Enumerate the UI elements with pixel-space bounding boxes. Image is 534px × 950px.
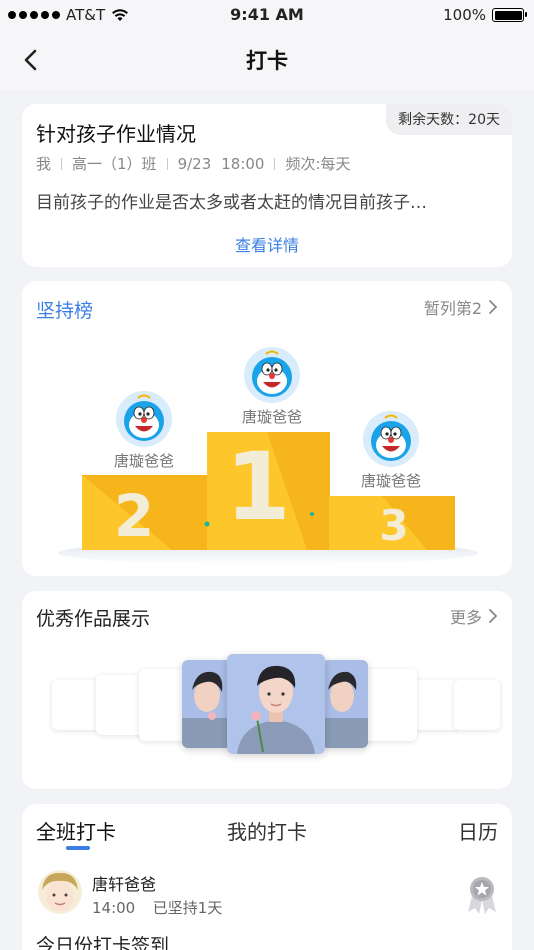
nav-bar: 打卡 [0, 30, 534, 90]
remaining-days-badge: 剩余天数：20天 [386, 104, 512, 135]
checkin-time: 14:00 [92, 899, 136, 917]
work-placeholder[interactable] [412, 680, 460, 730]
battery-percent: 100% [443, 6, 486, 24]
divider [166, 157, 168, 170]
active-tab-indicator [66, 846, 90, 850]
battery-info: 100% [443, 6, 527, 24]
avatar-second[interactable] [116, 391, 172, 447]
rank-name-second: 唐璇爸爸 [113, 452, 174, 470]
work-placeholder[interactable] [454, 680, 500, 730]
rank-name-first: 唐璇爸爸 [241, 408, 302, 426]
my-rank-label: 暂列第2 [423, 299, 482, 318]
checkin-user-name: 唐轩爸爸 [92, 875, 157, 894]
rank-number-3: 3 [379, 501, 409, 550]
checkin-meta: 14:00 已坚持1天 [92, 897, 222, 918]
task-class: 高一（1）班 [72, 155, 157, 173]
works-card: 优秀作品展示 更多 [22, 591, 512, 789]
leaderboard-title: 坚持榜 [36, 300, 94, 322]
checkin-streak: 已坚持1天 [152, 899, 223, 917]
rank-name-third: 唐璇爸爸 [360, 472, 421, 490]
work-photo-right[interactable] [322, 660, 368, 748]
leaderboard-rank-link[interactable]: 暂列第2 [424, 295, 498, 319]
work-photo-left[interactable] [182, 660, 232, 748]
view-details-link[interactable]: 查看详情 [22, 232, 512, 256]
task-date: 9/23 [177, 154, 212, 173]
medal-icon [468, 877, 496, 914]
task-description: 目前孩子的作业是否太多或者太赶的情况目前孩子… [36, 193, 427, 213]
task-time: 18:00 [221, 154, 265, 173]
task-meta: 我 高一（1）班 9/23 18:00 频次:每天 [36, 153, 351, 174]
avatar-third[interactable] [363, 411, 419, 467]
checkin-title: 今日份打卡签到 [36, 935, 170, 950]
work-placeholder[interactable] [52, 680, 100, 730]
works-more-link[interactable]: 更多 [450, 604, 498, 628]
tab-calendar[interactable]: 日历 [458, 816, 498, 845]
works-title: 优秀作品展示 [36, 608, 151, 630]
work-photo-featured[interactable] [227, 654, 325, 754]
chevron-right-icon [489, 609, 498, 623]
rank-number-2: 2 [113, 482, 155, 550]
divider [274, 157, 276, 170]
task-owner: 我 [36, 155, 52, 173]
task-card: 剩余天数：20天 针对孩子作业情况 我 高一（1）班 9/23 18:00 频次… [22, 104, 512, 267]
rank-number-1: 1 [225, 433, 291, 542]
checkin-card: 全班打卡 我的打卡 日历 唐轩爸爸 14:00 已坚持1天 今日份打卡签到 [22, 804, 512, 950]
leaderboard-card: 坚持榜 暂列第2 1 2 3 唐璇爸爸 唐璇爸爸 唐璇爸爸 [22, 281, 512, 576]
task-frequency: 频次:每天 [285, 155, 351, 173]
battery-icon [492, 8, 527, 22]
avatar-first[interactable] [244, 347, 300, 403]
page-title: 打卡 [246, 49, 288, 73]
chevron-right-icon [489, 300, 498, 314]
works-more-label: 更多 [449, 608, 482, 627]
status-bar: AT&T 9:41 AM 100% [0, 0, 534, 30]
tab-class-checkin[interactable]: 全班打卡 [36, 816, 116, 845]
divider [61, 157, 63, 170]
avatar[interactable] [38, 870, 82, 914]
task-title: 针对孩子作业情况 [36, 122, 196, 146]
